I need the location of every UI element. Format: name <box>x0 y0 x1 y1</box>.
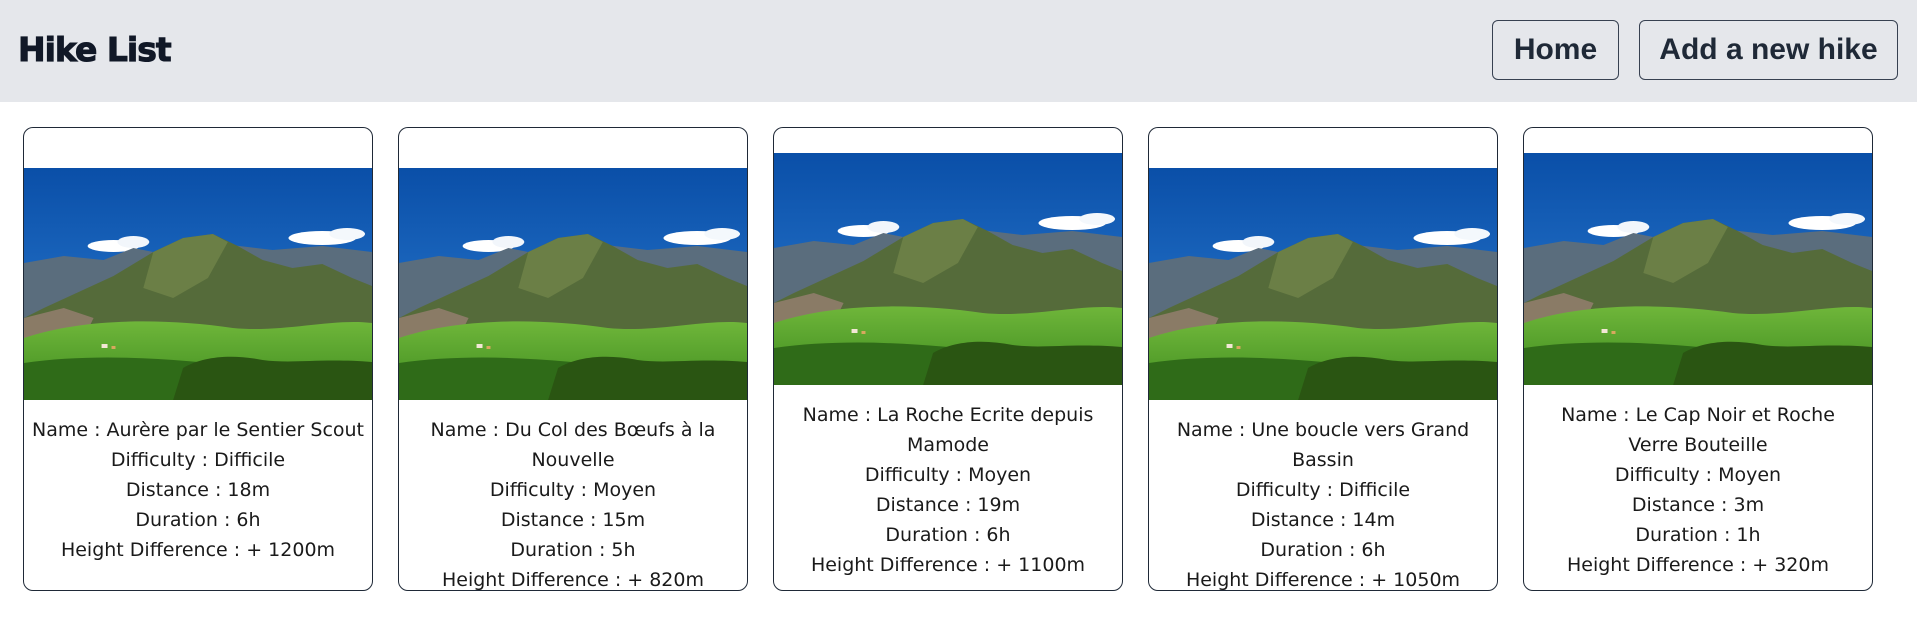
app-title: Hike List <box>18 30 173 70</box>
hike-height-difference: Height Difference : + 1050m <box>1185 569 1461 591</box>
hike-difficulty: Difficulty : Moyen <box>864 464 1032 486</box>
hike-image <box>399 168 747 400</box>
hike-difficulty: Difficulty : Difficile <box>1235 479 1411 501</box>
top-navigation-bar: Hike List Home Add a new hike <box>0 0 1917 102</box>
hike-details: Name : Le Cap Noir et Roche Verre Boutei… <box>1524 400 1872 580</box>
hike-card[interactable]: Name : Aurère par le Sentier Scout Diffi… <box>23 127 373 591</box>
hike-image <box>1149 168 1497 400</box>
hike-details: Name : Du Col des Bœufs à la Nouvelle Di… <box>399 415 747 591</box>
hike-card[interactable]: Name : Du Col des Bœufs à la Nouvelle Di… <box>398 127 748 591</box>
hike-details: Name : Aurère par le Sentier Scout Diffi… <box>24 415 372 565</box>
hike-card[interactable]: Name : Le Cap Noir et Roche Verre Boutei… <box>1523 127 1873 591</box>
hike-distance: Distance : 19m <box>875 494 1021 516</box>
hike-height-difference: Height Difference : + 1100m <box>810 554 1086 576</box>
hike-image <box>1524 153 1872 385</box>
hike-name: Name : La Roche Ecrite depuis Mamode <box>802 404 1094 456</box>
hike-name: Name : Une boucle vers Grand Bassin <box>1176 419 1470 471</box>
hike-difficulty: Difficulty : Moyen <box>1614 464 1782 486</box>
hike-duration: Duration : 6h <box>135 509 261 531</box>
hike-difficulty: Difficulty : Difficile <box>110 449 286 471</box>
hike-details: Name : La Roche Ecrite depuis Mamode Dif… <box>774 400 1122 580</box>
hike-image <box>774 153 1122 385</box>
home-button[interactable]: Home <box>1492 20 1619 80</box>
hike-duration: Duration : 5h <box>510 539 636 561</box>
hike-name: Name : Du Col des Bœufs à la Nouvelle <box>430 419 716 471</box>
hike-image <box>24 168 372 400</box>
hike-duration: Duration : 1h <box>1635 524 1761 546</box>
hike-distance: Distance : 3m <box>1631 494 1765 516</box>
hike-height-difference: Height Difference : + 320m <box>1566 554 1829 576</box>
hike-card[interactable]: Name : Une boucle vers Grand Bassin Diff… <box>1148 127 1498 591</box>
hike-distance: Distance : 14m <box>1250 509 1396 531</box>
hike-distance: Distance : 18m <box>125 479 271 501</box>
hike-duration: Duration : 6h <box>885 524 1011 546</box>
hike-name: Name : Aurère par le Sentier Scout <box>31 419 365 441</box>
hike-height-difference: Height Difference : + 820m <box>441 569 704 591</box>
hike-name: Name : Le Cap Noir et Roche Verre Boutei… <box>1561 404 1835 456</box>
hike-distance: Distance : 15m <box>500 509 646 531</box>
hike-duration: Duration : 6h <box>1260 539 1386 561</box>
add-new-hike-button[interactable]: Add a new hike <box>1639 20 1898 80</box>
hike-card[interactable]: Name : La Roche Ecrite depuis Mamode Dif… <box>773 127 1123 591</box>
hike-difficulty: Difficulty : Moyen <box>489 479 657 501</box>
hike-details: Name : Une boucle vers Grand Bassin Diff… <box>1149 415 1497 591</box>
hike-height-difference: Height Difference : + 1200m <box>60 539 336 561</box>
